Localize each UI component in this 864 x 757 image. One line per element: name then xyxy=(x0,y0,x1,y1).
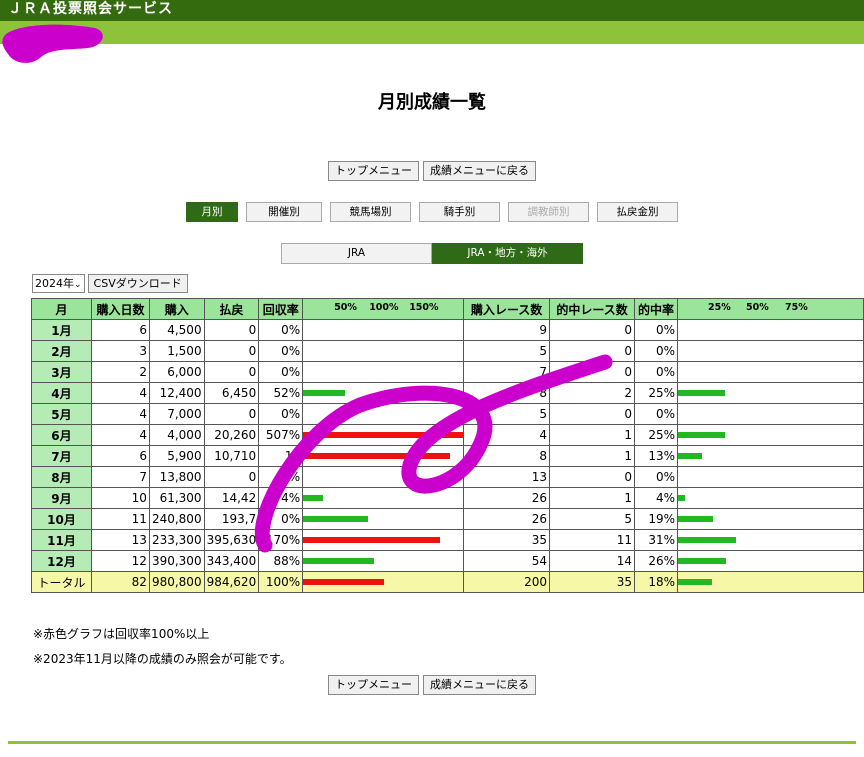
scribble-overlay xyxy=(254,354,613,553)
